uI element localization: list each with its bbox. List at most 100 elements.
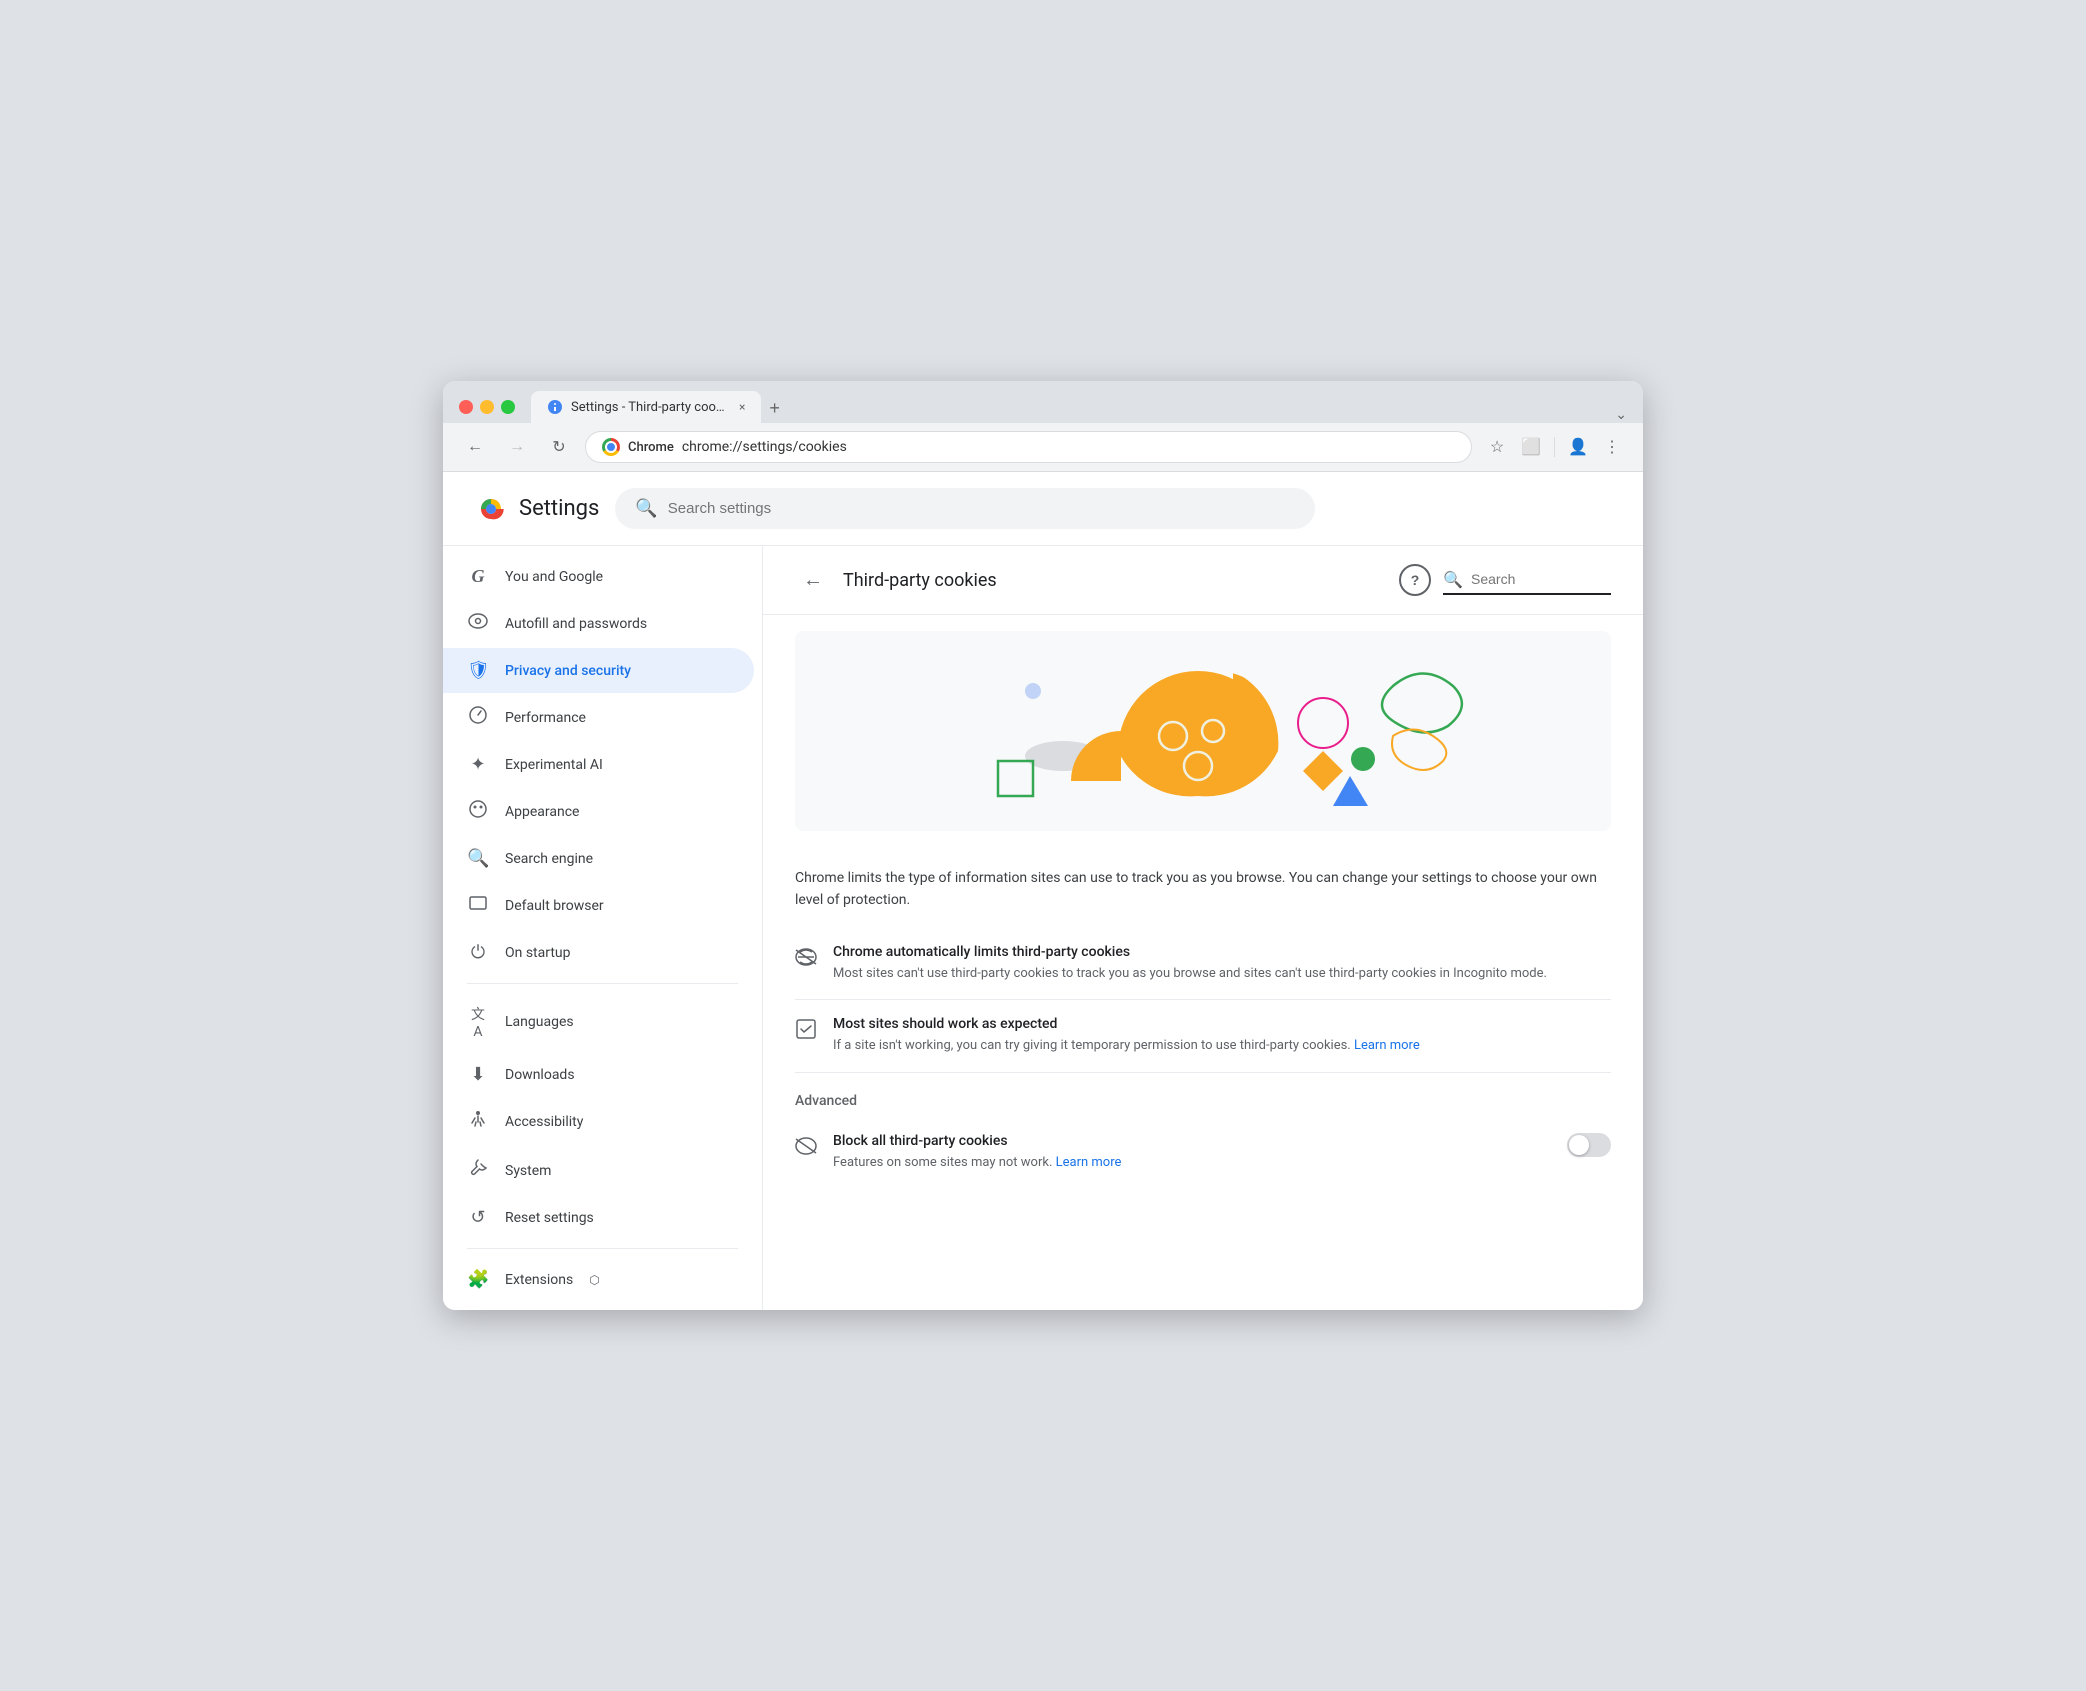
privacy-icon: 🛡 <box>467 660 489 681</box>
option-auto-limit: Chrome automatically limits third-party … <box>795 928 1611 1001</box>
sidebar-item-you-and-google[interactable]: G You and Google <box>443 554 754 599</box>
learn-more-link-1[interactable]: Learn more <box>1354 1038 1420 1053</box>
most-sites-desc: If a site isn't working, you can try giv… <box>833 1036 1611 1056</box>
option-block-all: Block all third-party cookies Features o… <box>795 1117 1611 1189</box>
advanced-section-title: Advanced <box>795 1073 1611 1117</box>
settings-title: Settings <box>519 496 599 521</box>
languages-icon: 文A <box>467 1004 489 1040</box>
sidebar-label-accessibility: Accessibility <box>505 1114 583 1130</box>
extensions-icon: 🧩 <box>467 1269 489 1290</box>
settings-logo: Settings <box>475 493 599 525</box>
sidebar-item-default-browser[interactable]: Default browser <box>443 881 754 930</box>
auto-limit-content: Chrome automatically limits third-party … <box>833 944 1611 984</box>
menu-button[interactable]: ⋮ <box>1597 432 1627 462</box>
new-tab-button[interactable]: + <box>761 394 788 423</box>
auto-limit-icon <box>795 946 817 973</box>
content-area: Chrome limits the type of information si… <box>763 847 1643 1220</box>
extension-button[interactable]: ⬜ <box>1516 432 1546 462</box>
most-sites-title: Most sites should work as expected <box>833 1016 1611 1032</box>
tabs-bar: Settings - Third-party cookie × + ⌄ <box>531 391 1627 423</box>
sidebar-label-extensions: Extensions <box>505 1272 573 1288</box>
back-button[interactable]: ← <box>459 431 491 463</box>
cookie-svg <box>903 651 1503 811</box>
system-icon <box>467 1158 489 1183</box>
block-all-toggle-container <box>1567 1133 1611 1157</box>
settings-header: Settings 🔍 <box>443 472 1643 546</box>
maximize-traffic-light[interactable] <box>501 400 515 414</box>
default-browser-icon <box>467 893 489 918</box>
bookmark-button[interactable]: ☆ <box>1482 432 1512 462</box>
accessibility-icon <box>467 1109 489 1134</box>
sidebar-label-privacy: Privacy and security <box>505 663 631 679</box>
autofill-icon <box>467 611 489 636</box>
block-all-title: Block all third-party cookies <box>833 1133 1551 1149</box>
sidebar-label-experimental-ai: Experimental AI <box>505 757 603 773</box>
auto-limit-desc: Most sites can't use third-party cookies… <box>833 964 1611 984</box>
on-startup-icon: ⏻ <box>467 942 489 963</box>
sidebar-label-you-and-google: You and Google <box>505 569 603 585</box>
close-traffic-light[interactable] <box>459 400 473 414</box>
chrome-label: Chrome <box>628 440 674 455</box>
sidebar-item-performance[interactable]: Performance <box>443 693 754 742</box>
refresh-button[interactable]: ↻ <box>543 431 575 463</box>
downloads-icon: ⬇ <box>467 1064 489 1085</box>
learn-more-link-2[interactable]: Learn more <box>1056 1155 1122 1170</box>
minimize-traffic-light[interactable] <box>480 400 494 414</box>
main-search-container[interactable]: 🔍 <box>1443 566 1611 595</box>
performance-icon <box>467 705 489 730</box>
sidebar-label-search-engine: Search engine <box>505 851 593 867</box>
sidebar-item-on-startup[interactable]: ⏻ On startup <box>443 930 754 975</box>
main-actions: ? 🔍 <box>1399 564 1611 596</box>
sidebar-item-downloads[interactable]: ⬇ Downloads <box>443 1052 754 1097</box>
nav-icons: ☆ ⬜ 👤 ⋮ <box>1482 432 1627 462</box>
sidebar-item-languages[interactable]: 文A Languages <box>443 992 754 1052</box>
active-tab[interactable]: Settings - Third-party cookie × <box>531 391 761 423</box>
sidebar-label-reset: Reset settings <box>505 1210 594 1226</box>
settings-layout: G You and Google Autofill and passwords … <box>443 546 1643 1310</box>
sidebar-divider-2 <box>467 1248 738 1249</box>
google-chrome-logo <box>475 493 507 525</box>
search-engine-icon: 🔍 <box>467 848 489 869</box>
settings-search-bar[interactable]: 🔍 <box>615 488 1315 529</box>
address-bar[interactable]: Chrome chrome://settings/cookies <box>585 431 1472 463</box>
settings-search-icon: 🔍 <box>635 498 657 519</box>
help-button[interactable]: ? <box>1399 564 1431 596</box>
settings-favicon <box>547 399 563 415</box>
main-content: ← Third-party cookies ? 🔍 <box>763 546 1643 1310</box>
sidebar-divider-1 <box>467 983 738 984</box>
back-button-main[interactable]: ← <box>795 562 831 598</box>
reset-icon: ↺ <box>467 1207 489 1228</box>
toggle-knob <box>1569 1135 1589 1155</box>
external-link-icon: ⬡ <box>589 1273 599 1287</box>
settings-sidebar: G You and Google Autofill and passwords … <box>443 546 763 1310</box>
forward-button[interactable]: → <box>501 431 533 463</box>
sidebar-item-experimental-ai[interactable]: ✦ Experimental AI <box>443 742 754 787</box>
block-all-toggle[interactable] <box>1567 1133 1611 1157</box>
sidebar-label-downloads: Downloads <box>505 1067 575 1083</box>
chrome-logo-icon <box>602 438 620 456</box>
sidebar-item-privacy[interactable]: 🛡 Privacy and security <box>443 648 754 693</box>
appearance-icon <box>467 799 489 824</box>
sidebar-label-appearance: Appearance <box>505 804 579 820</box>
sidebar-label-system: System <box>505 1163 551 1179</box>
page-title: Third-party cookies <box>843 570 997 591</box>
description-text: Chrome limits the type of information si… <box>795 847 1611 928</box>
sidebar-item-system[interactable]: System <box>443 1146 754 1195</box>
sidebar-item-search-engine[interactable]: 🔍 Search engine <box>443 836 754 881</box>
most-sites-icon <box>795 1018 817 1045</box>
sidebar-item-appearance[interactable]: Appearance <box>443 787 754 836</box>
sidebar-item-extensions[interactable]: 🧩 Extensions ⬡ <box>443 1257 754 1302</box>
sidebar-item-autofill[interactable]: Autofill and passwords <box>443 599 754 648</box>
settings-search-input[interactable] <box>668 500 1296 517</box>
block-all-content: Block all third-party cookies Features o… <box>833 1133 1551 1173</box>
sidebar-label-default-browser: Default browser <box>505 898 604 914</box>
main-search-input[interactable] <box>1471 571 1611 587</box>
profile-button[interactable]: 👤 <box>1563 432 1593 462</box>
tab-list-button[interactable]: ⌄ <box>1615 407 1627 423</box>
address-text: chrome://settings/cookies <box>682 439 1455 455</box>
option-most-sites: Most sites should work as expected If a … <box>795 1000 1611 1073</box>
sidebar-item-accessibility[interactable]: Accessibility <box>443 1097 754 1146</box>
sidebar-item-reset[interactable]: ↺ Reset settings <box>443 1195 754 1240</box>
tab-close-button[interactable]: × <box>739 400 745 414</box>
block-all-desc: Features on some sites may not work. Lea… <box>833 1153 1551 1173</box>
